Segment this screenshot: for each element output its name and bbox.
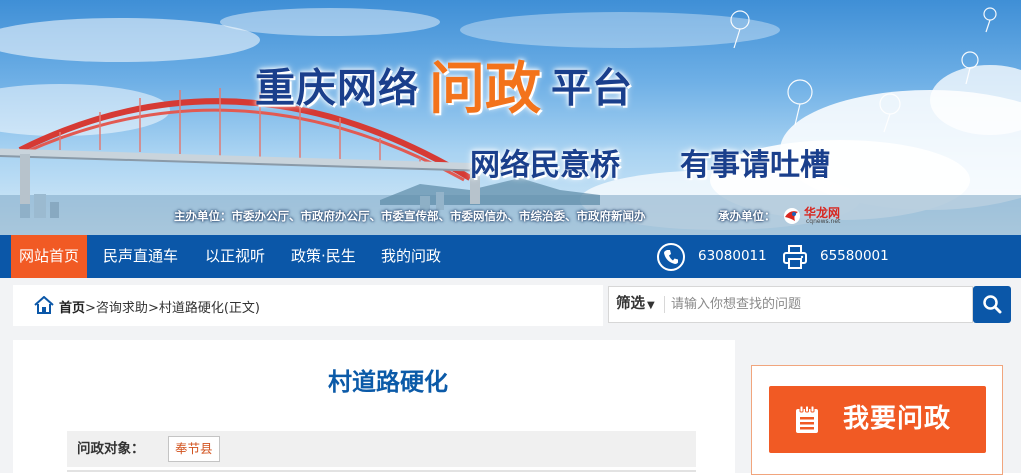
nav-minsheng-express[interactable]: 民声直通车 — [103, 235, 178, 278]
hualong-logo[interactable]: 华龙网 cqnews.net — [782, 203, 852, 229]
site-banner: 重庆网络 问政 平台 网络民意桥 有事请吐槽 主办单位：市委办公厅、市政府办公厅、市… — [0, 0, 1021, 235]
slogan-1: 网络民意桥 — [470, 148, 620, 183]
inquiry-target-row: 问政对象： 奉节县 — [67, 431, 696, 467]
sponsors-text: 主办单位：市委办公厅、市政府办公厅、市委宣传部、市委网信办、市综治委、市政府新闻… — [174, 209, 646, 223]
hualong-logo-icon — [784, 208, 800, 224]
search-icon — [983, 295, 1002, 314]
search-box: 筛选 ▼ — [608, 286, 973, 323]
nav-my-inquiries[interactable]: 我的问政 — [381, 235, 441, 278]
phone-icon — [657, 243, 685, 271]
site-title-part1: 重庆网络 — [255, 65, 419, 112]
inquiry-target-tag[interactable]: 奉节县 — [168, 436, 220, 462]
inquiry-target-label: 问政对象： — [77, 441, 145, 457]
breadcrumb-current: 村道路硬化(正文) — [158, 301, 260, 316]
nav-policy-livelihood[interactable]: 政策·民生 — [291, 235, 356, 278]
nav-rumor-clarify[interactable]: 以正视听 — [205, 235, 265, 278]
nav-home[interactable]: 网站首页 — [11, 235, 87, 278]
slogan-2: 有事请吐槽 — [680, 148, 830, 183]
site-title-part2: 平台 — [551, 65, 633, 112]
chevron-down-icon: ▼ — [647, 300, 655, 311]
hotline-phone-number: 63080011 — [698, 248, 767, 264]
search-filter-label: 筛选 — [616, 296, 645, 312]
article-title: 村道路硬化 — [328, 368, 448, 396]
ask-question-button[interactable]: 我要问政 — [769, 386, 986, 453]
notepad-icon — [796, 405, 818, 433]
main-nav: 网站首页 民声直通车 以正视听 政策·民生 我的问政 63080011 6558… — [0, 235, 1021, 278]
fax-icon — [783, 245, 807, 269]
breadcrumb: 首页>咨询求助>村道路硬化(正文) — [59, 297, 260, 316]
search-filter-dropdown[interactable]: 筛选 ▼ — [616, 287, 655, 322]
ask-question-label: 我要问政 — [843, 404, 952, 434]
breadcrumb-section[interactable]: 咨询求助 — [96, 301, 148, 316]
search-divider — [664, 296, 665, 313]
search-button[interactable] — [973, 286, 1011, 323]
site-title: 重庆网络 问政 平台 — [255, 44, 633, 122]
site-title-highlight: 问政 — [429, 57, 541, 122]
organizer-label: 承办单位： — [718, 209, 776, 223]
breadcrumb-separator: > — [85, 301, 96, 316]
home-icon — [34, 296, 54, 314]
meta-divider — [67, 470, 696, 472]
search-input[interactable] — [671, 288, 966, 321]
hualong-logo-domain: cqnews.net — [806, 218, 841, 225]
breadcrumb-separator: > — [147, 301, 159, 316]
hotline-fax-number: 65580001 — [820, 248, 889, 264]
breadcrumb-home[interactable]: 首页 — [59, 301, 85, 316]
